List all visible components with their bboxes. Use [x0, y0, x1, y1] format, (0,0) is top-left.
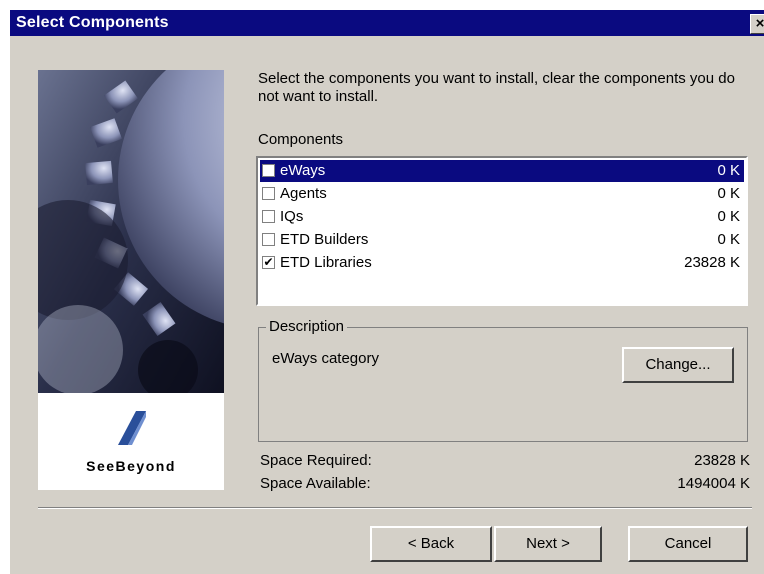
component-name: ETD Builders — [280, 231, 369, 248]
logo-text: SeeBeyond — [86, 458, 176, 474]
checkbox[interactable] — [262, 187, 275, 200]
seebeyond-logo-icon — [118, 411, 146, 445]
cancel-button[interactable]: Cancel — [628, 526, 748, 562]
component-size: 0 K — [717, 231, 740, 248]
instructions-text: Select the components you want to instal… — [258, 70, 735, 105]
component-name: Agents — [280, 185, 327, 202]
checkmark-icon: ✔ — [263, 255, 274, 269]
space-available-value: 1494004 K — [677, 475, 750, 492]
list-item[interactable]: Agents 0 K — [260, 183, 744, 205]
list-item[interactable]: ETD Builders 0 K — [260, 229, 744, 251]
component-size: 23828 K — [684, 254, 740, 271]
close-icon: × — [755, 15, 764, 32]
component-size: 0 K — [717, 162, 740, 179]
dialog-title: Select Components — [16, 14, 169, 31]
list-item[interactable]: ✔ ETD Libraries 23828 K — [260, 252, 744, 274]
title-bar[interactable]: Select Components × — [10, 10, 764, 36]
space-required-label: Space Required: — [260, 452, 372, 469]
close-button[interactable]: × — [750, 14, 764, 34]
list-item[interactable]: eWays 0 K — [260, 160, 744, 182]
separator — [38, 507, 752, 509]
component-name: IQs — [280, 208, 304, 225]
checkbox[interactable]: ✔ — [262, 256, 275, 269]
checkbox[interactable] — [262, 210, 275, 223]
logo-panel: SeeBeyond — [38, 393, 224, 490]
back-button[interactable]: < Back — [370, 526, 492, 562]
component-size: 0 K — [717, 185, 740, 202]
next-button[interactable]: Next > — [494, 526, 602, 562]
list-item[interactable]: IQs 0 K — [260, 206, 744, 228]
checkbox[interactable] — [262, 164, 275, 177]
component-size: 0 K — [717, 208, 740, 225]
checkbox[interactable] — [262, 233, 275, 246]
description-text: eWays category — [272, 350, 379, 367]
description-label: Description — [266, 318, 348, 335]
components-label: Components — [258, 131, 344, 148]
space-available-label: Space Available: — [260, 475, 371, 492]
change-button[interactable]: Change... — [622, 347, 734, 383]
components-list[interactable]: eWays 0 K Agents 0 K IQs 0 K ETD Builder… — [256, 156, 748, 306]
select-components-dialog: Select Components × SeeBeyond Select the… — [10, 10, 764, 574]
description-groupbox — [258, 327, 748, 442]
component-name: eWays — [280, 162, 326, 179]
space-required-value: 23828 K — [694, 452, 750, 469]
component-name: ETD Libraries — [280, 254, 372, 271]
